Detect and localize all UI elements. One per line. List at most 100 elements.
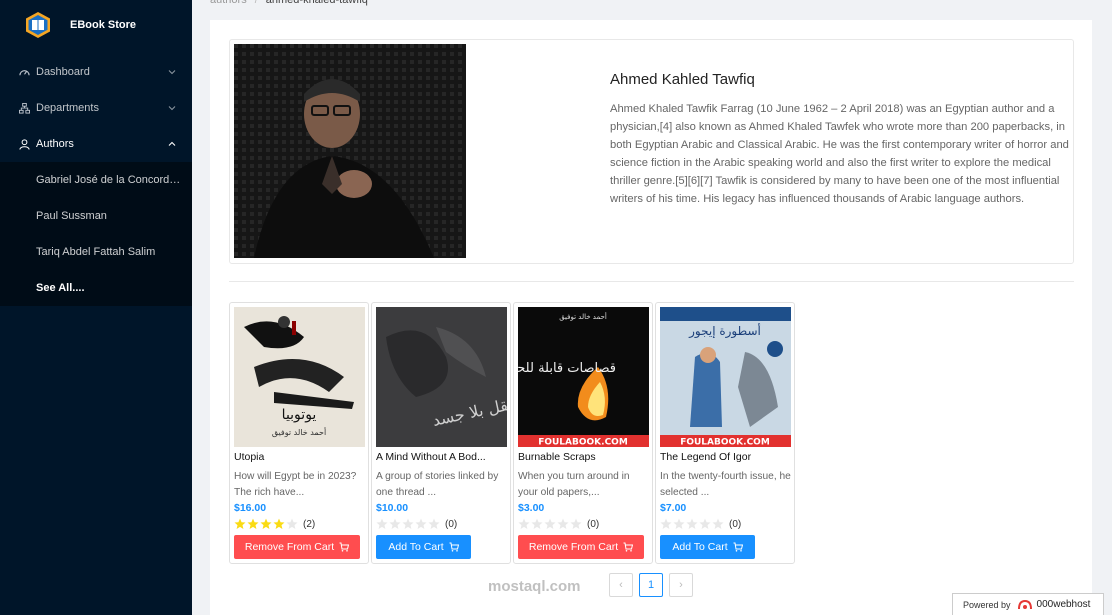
book-cover[interactable]: أحمد خالد توفيق قصاصات قابلة للحرق FOULA… (518, 307, 649, 447)
sidebar-subitem-label: Gabriel José de la Concordia ... (36, 174, 182, 186)
sidebar-item-label: Dashboard (36, 66, 90, 78)
book-title[interactable]: Utopia (234, 451, 365, 463)
author-photo (234, 44, 466, 258)
sidebar-subitem-author[interactable]: Gabriel José de la Concordia ... (0, 162, 192, 198)
prev-page-button[interactable]: ‹ (609, 573, 633, 597)
book-title[interactable]: Burnable Scraps (518, 451, 649, 463)
remove-from-cart-button[interactable]: Remove From Cart (518, 535, 644, 559)
star-empty-icon[interactable] (286, 518, 298, 530)
rating-count: (2) (303, 518, 316, 530)
add-to-cart-button[interactable]: Add To Cart (660, 535, 755, 559)
breadcrumb-current: ahmed-khaled-tawfiq (265, 0, 368, 6)
dashboard-icon (18, 66, 30, 78)
star-filled-icon[interactable] (247, 518, 259, 530)
star-empty-icon[interactable] (415, 518, 427, 530)
rating-count: (0) (445, 518, 458, 530)
star-empty-icon[interactable] (428, 518, 440, 530)
star-filled-icon[interactable] (234, 518, 246, 530)
star-empty-icon[interactable] (699, 518, 711, 530)
sidebar-item-departments[interactable]: Departments (0, 90, 192, 126)
rating-stars[interactable]: (0) (518, 518, 599, 530)
main-content: Ahmed Kahled Tawfiq Ahmed Khaled Tawfik … (210, 20, 1092, 615)
star-filled-icon[interactable] (273, 518, 285, 530)
sidebar-item-label: Authors (36, 138, 74, 150)
sidebar-subitem-label: Paul Sussman (36, 210, 107, 222)
star-empty-icon[interactable] (518, 518, 530, 530)
star-empty-icon[interactable] (389, 518, 401, 530)
sidebar-item-authors[interactable]: Authors (0, 126, 192, 162)
book-title[interactable]: The Legend Of Igor (660, 451, 791, 463)
chevron-down-icon (168, 103, 178, 113)
sidebar-subitem-author[interactable]: Tariq Abdel Fattah Salim (0, 234, 192, 270)
app-title: EBook Store (70, 19, 137, 31)
chevron-up-icon (168, 139, 178, 149)
sidebar-item-label: Departments (36, 102, 99, 114)
star-empty-icon[interactable] (531, 518, 543, 530)
book-price: $7.00 (660, 502, 687, 514)
book-cover[interactable]: عقل بلا جسد (376, 307, 507, 447)
breadcrumb-link-authors[interactable]: authors (210, 0, 247, 6)
star-empty-icon[interactable] (712, 518, 724, 530)
author-bio: Ahmed Khaled Tawfik Farrag (10 June 1962… (610, 103, 1069, 205)
chevron-down-icon (168, 67, 178, 77)
sidebar: EBook Store Dashboard Departments Author… (0, 0, 192, 615)
cover-title-text: يوتوبيا (282, 407, 317, 423)
cart-icon (449, 542, 459, 552)
rating-count: (0) (729, 518, 742, 530)
button-label: Add To Cart (388, 541, 444, 553)
author-card: Ahmed Kahled Tawfiq Ahmed Khaled Tawfik … (229, 39, 1074, 264)
pagination: ‹ 1 › (609, 573, 699, 597)
user-icon (18, 138, 30, 150)
rating-stars[interactable]: (0) (660, 518, 741, 530)
breadcrumb: authors / ahmed-khaled-tawfiq (210, 0, 368, 6)
cover-title-text: قصاصات قابلة للحرق (518, 361, 616, 376)
cover-author-text: أحمد خالد توفيق (559, 312, 607, 321)
rating-stars[interactable]: (2) (234, 518, 315, 530)
button-label: Remove From Cart (528, 541, 619, 553)
book-cover[interactable]: أسطورة إيجور FOULABOOK.COM (660, 307, 791, 447)
star-empty-icon[interactable] (686, 518, 698, 530)
departments-icon (18, 102, 30, 114)
book-description: When you turn around in your old papers,… (518, 471, 630, 498)
star-empty-icon[interactable] (402, 518, 414, 530)
star-filled-icon[interactable] (260, 518, 272, 530)
cart-icon (339, 542, 350, 552)
star-empty-icon[interactable] (673, 518, 685, 530)
star-empty-icon[interactable] (376, 518, 388, 530)
webhost-brand: 000webhost (1036, 599, 1091, 610)
book-logo-icon (24, 11, 52, 39)
next-page-button[interactable]: › (669, 573, 693, 597)
rating-stars[interactable]: (0) (376, 518, 457, 530)
section-divider (229, 281, 1074, 282)
watermark: mostaql.com (488, 578, 581, 595)
book-card[interactable]: أسطورة إيجور FOULABOOK.COM The Legend Of… (655, 302, 795, 564)
book-cover[interactable]: يوتوبيا أحمد خالد توفيق (234, 307, 365, 447)
cover-footer-text: FOULABOOK.COM (538, 438, 628, 448)
powered-by-badge[interactable]: Powered by 000webhost (952, 593, 1104, 615)
sidebar-item-dashboard[interactable]: Dashboard (0, 54, 192, 90)
rating-count: (0) (587, 518, 600, 530)
book-card[interactable]: أحمد خالد توفيق قصاصات قابلة للحرق FOULA… (513, 302, 653, 564)
authors-submenu: Gabriel José de la Concordia ... Paul Su… (0, 162, 192, 306)
cart-icon (733, 542, 743, 552)
button-label: Add To Cart (672, 541, 728, 553)
star-empty-icon[interactable] (557, 518, 569, 530)
see-all-authors-link[interactable]: See All.... (0, 270, 192, 306)
remove-from-cart-button[interactable]: Remove From Cart (234, 535, 360, 559)
cover-footer-text: FOULABOOK.COM (680, 438, 770, 448)
book-description: In the twenty-fourth issue, he selected … (660, 471, 791, 498)
star-empty-icon[interactable] (660, 518, 672, 530)
powered-by-text: Powered by (963, 599, 1011, 610)
book-card[interactable]: يوتوبيا أحمد خالد توفيق Utopia How will … (229, 302, 369, 564)
logo-row[interactable]: EBook Store (0, 0, 192, 50)
book-title[interactable]: A Mind Without A Bod... (376, 451, 507, 463)
sidebar-subitem-author[interactable]: Paul Sussman (0, 198, 192, 234)
add-to-cart-button[interactable]: Add To Cart (376, 535, 471, 559)
sidebar-subitem-label: Tariq Abdel Fattah Salim (36, 246, 156, 258)
cart-icon (623, 542, 634, 552)
book-description: How will Egypt be in 2023? The rich have… (234, 471, 357, 498)
book-card[interactable]: عقل بلا جسد A Mind Without A Bod... A gr… (371, 302, 511, 564)
star-empty-icon[interactable] (544, 518, 556, 530)
page-1-button[interactable]: 1 (639, 573, 663, 597)
star-empty-icon[interactable] (570, 518, 582, 530)
